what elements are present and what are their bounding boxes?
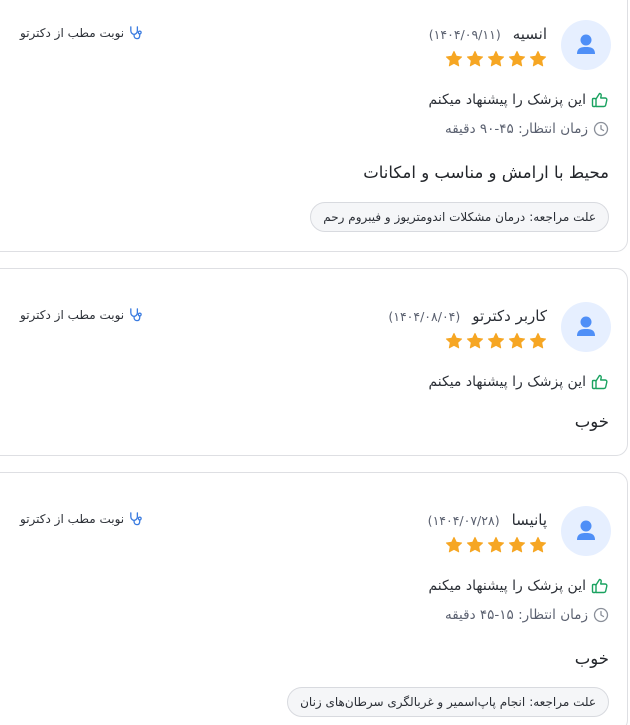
star-rating: [445, 332, 547, 350]
recommendation-label: این پزشک را پیشنهاد میکنم: [428, 92, 586, 108]
review-card: کاربر دکترتو (۱۴۰۴/۰۸/۰۴) نوبت مطب از دک…: [0, 268, 628, 456]
star-icon: [466, 50, 484, 67]
recommendation-label: این پزشک را پیشنهاد میکنم: [428, 374, 586, 390]
visit-reason-value: درمان مشکلات اندومتریوز و فیبروم رحم: [323, 210, 526, 224]
star-icon: [508, 50, 526, 67]
appointment-source: نوبت مطب از دکترتو: [20, 25, 143, 40]
star-icon: [466, 536, 484, 553]
appointment-source: نوبت مطب از دکترتو: [20, 511, 143, 526]
stethoscope-icon: [128, 511, 143, 526]
thumbs-up-icon: [591, 373, 609, 391]
recommendation-label: این پزشک را پیشنهاد میکنم: [428, 578, 586, 594]
appointment-source-label: نوبت مطب از دکترتو: [20, 511, 125, 526]
visit-reason-label: علت مراجعه:: [529, 695, 596, 709]
stethoscope-icon: [128, 25, 143, 40]
review-comment: محیط با ارامش و مناسب و امکانات: [363, 163, 609, 182]
star-icon: [466, 332, 484, 349]
recommendation: این پزشک را پیشنهاد میکنم: [428, 577, 609, 595]
appointment-source: نوبت مطب از دکترتو: [20, 307, 143, 322]
wait-time-label: زمان انتظار: ۴۵-۹۰ دقیقه: [444, 121, 588, 137]
user-avatar-icon: [561, 20, 611, 70]
reviewer-info: کاربر دکترتو (۱۴۰۴/۰۸/۰۴): [388, 307, 547, 325]
visit-reason-chip: علت مراجعه: انجام پاپ‌اسمیر و غربالگری س…: [287, 687, 609, 717]
star-icon: [529, 50, 547, 67]
appointment-source-label: نوبت مطب از دکترتو: [20, 25, 125, 40]
visit-reason-label: علت مراجعه:: [529, 210, 596, 224]
clock-icon: [593, 121, 609, 137]
star-icon: [508, 536, 526, 553]
star-icon: [529, 536, 547, 553]
user-avatar-icon: [561, 506, 611, 556]
reviewer-info: پانیسا (۱۴۰۴/۰۷/۲۸): [428, 511, 547, 529]
recommendation: این پزشک را پیشنهاد میکنم: [428, 373, 609, 391]
review-card: پانیسا (۱۴۰۴/۰۷/۲۸) نوبت مطب از دکترتو ا…: [0, 472, 628, 725]
reviews-list: انسیه (۱۴۰۴/۰۹/۱۱) نوبت مطب از دکترتو ای…: [0, 0, 630, 725]
thumbs-up-icon: [591, 577, 609, 595]
clock-icon: [593, 607, 609, 623]
star-icon: [529, 332, 547, 349]
star-icon: [508, 332, 526, 349]
star-icon: [445, 332, 463, 349]
recommendation: این پزشک را پیشنهاد میکنم: [428, 91, 609, 109]
visit-reason-chip: علت مراجعه: درمان مشکلات اندومتریوز و فی…: [310, 202, 609, 232]
review-date: (۱۴۰۴/۰۸/۰۴): [388, 309, 461, 324]
star-icon: [487, 332, 505, 349]
review-date: (۱۴۰۴/۰۹/۱۱): [428, 27, 501, 42]
star-rating: [445, 50, 547, 68]
star-rating: [445, 536, 547, 554]
review-comment: خوب: [574, 649, 609, 668]
wait-time: زمان انتظار: ۴۵-۹۰ دقیقه: [445, 121, 609, 137]
reviewer-info: انسیه (۱۴۰۴/۰۹/۱۱): [429, 25, 547, 43]
visit-reason-value: انجام پاپ‌اسمیر و غربالگری سرطان‌های زنا…: [300, 695, 526, 709]
star-icon: [487, 50, 505, 67]
appointment-source-label: نوبت مطب از دکترتو: [20, 307, 125, 322]
wait-time: زمان انتظار: ۱۵-۴۵ دقیقه: [445, 607, 609, 623]
star-icon: [487, 536, 505, 553]
wait-time-label: زمان انتظار: ۱۵-۴۵ دقیقه: [444, 607, 588, 623]
reviewer-name: پانیسا: [511, 511, 547, 529]
review-card: انسیه (۱۴۰۴/۰۹/۱۱) نوبت مطب از دکترتو ای…: [0, 0, 628, 252]
stethoscope-icon: [128, 307, 143, 322]
thumbs-up-icon: [591, 91, 609, 109]
reviewer-name: کاربر دکترتو: [472, 307, 547, 325]
review-comment: خوب: [574, 412, 609, 431]
reviewer-name: انسیه: [512, 25, 547, 43]
review-date: (۱۴۰۴/۰۷/۲۸): [427, 513, 500, 528]
user-avatar-icon: [561, 302, 611, 352]
star-icon: [445, 536, 463, 553]
star-icon: [445, 50, 463, 67]
